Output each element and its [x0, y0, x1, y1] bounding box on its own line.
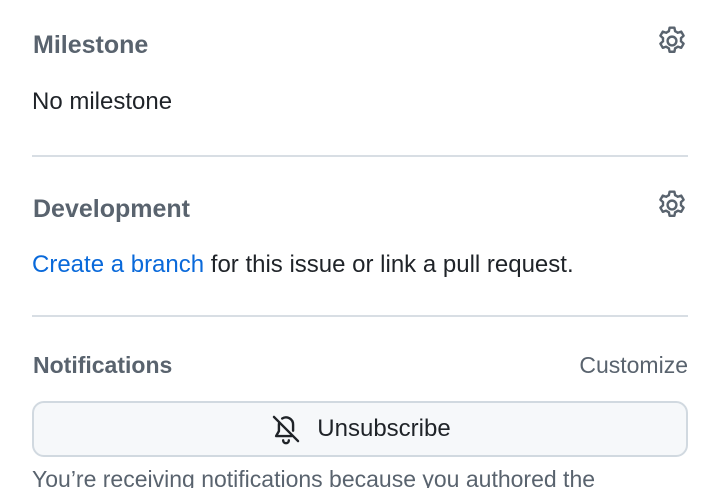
unsubscribe-button[interactable]: Unsubscribe	[32, 401, 688, 457]
bell-slash-icon	[269, 412, 303, 446]
development-description: Create a branch for this issue or link a…	[32, 251, 574, 279]
unsubscribe-label: Unsubscribe	[317, 415, 451, 442]
development-gear-icon[interactable]	[655, 188, 689, 222]
create-branch-link[interactable]: Create a branch	[32, 251, 204, 278]
development-heading: Development	[33, 195, 190, 223]
milestone-gear-icon[interactable]	[655, 24, 689, 58]
customize-link[interactable]: Customize	[579, 352, 688, 379]
section-divider	[32, 155, 688, 157]
notification-reason-text: You’re receiving notifications because y…	[32, 466, 596, 488]
notifications-heading: Notifications	[33, 352, 173, 378]
development-description-text: for this issue or link a pull request.	[204, 251, 574, 278]
section-divider	[32, 315, 688, 317]
milestone-value: No milestone	[32, 88, 173, 115]
issue-sidebar: Milestone No milestone Development Creat…	[0, 0, 720, 488]
milestone-heading: Milestone	[33, 31, 149, 59]
